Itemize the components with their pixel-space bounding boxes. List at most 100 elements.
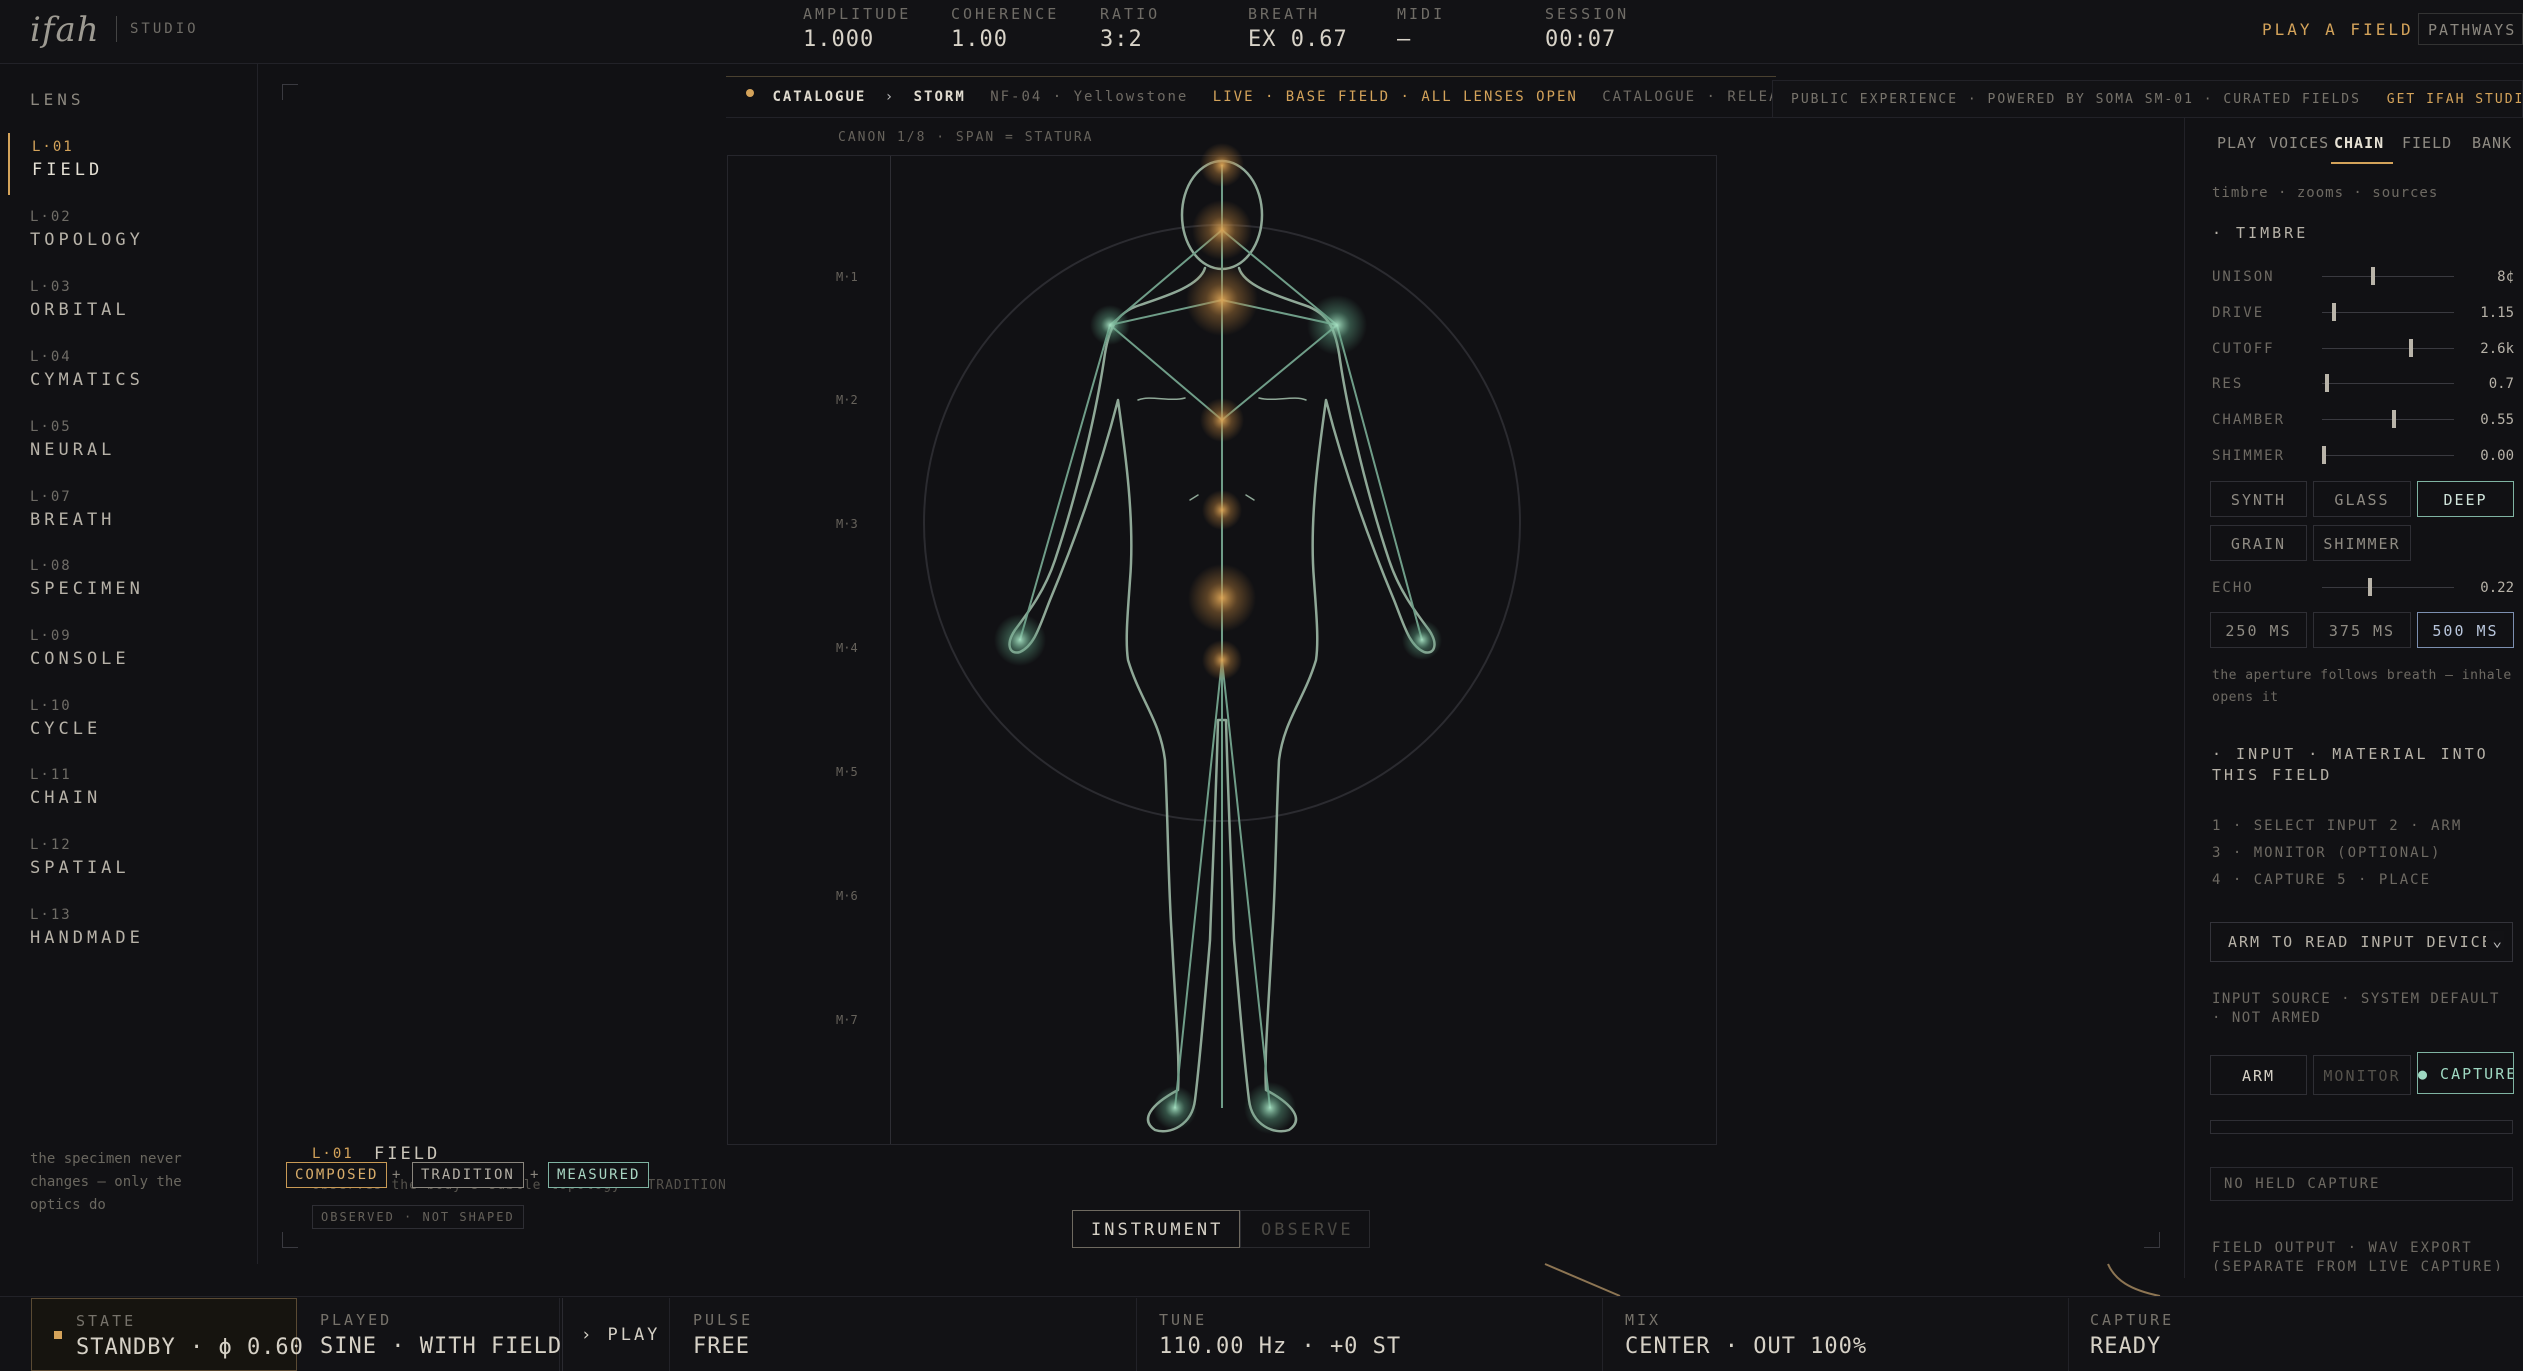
mix-cell[interactable]: MIX CENTER · OUT 100% (1605, 1298, 2069, 1371)
lens-item-field[interactable]: L·01 FIELD (8, 133, 256, 195)
lens-code: L·07 (30, 489, 72, 505)
lens-name: CONSOLE (30, 649, 130, 669)
mode-shimmer-button[interactable]: SHIMMER (2313, 525, 2411, 561)
lens-item-console[interactable]: L·09 CONSOLE (8, 622, 256, 684)
corner-mark (2144, 1232, 2160, 1248)
echo-500-button[interactable]: 500 MS (2417, 612, 2514, 648)
lens-code: L·04 (30, 349, 72, 365)
pathways-button[interactable]: PATHWAYS (2418, 13, 2523, 45)
mode-synth-button[interactable]: SYNTH (2210, 481, 2307, 517)
lens-item-cymatics[interactable]: L·04 CYMATICS (8, 343, 256, 405)
played-cell[interactable]: PLAYED SINE · WITH FIELD (300, 1298, 561, 1371)
tab-play[interactable]: PLAY (2217, 134, 2257, 152)
pulse-label: PULSE (693, 1311, 754, 1329)
tab-field[interactable]: FIELD (2402, 134, 2452, 152)
slider-value: 0.55 (2480, 412, 2514, 428)
stat-value: 00:07 (1545, 27, 1617, 52)
drive-slider[interactable]: DRIVE 1.15 (2212, 302, 2514, 322)
state-cell[interactable]: STATE STANDBY · ϕ 0.60 (31, 1298, 303, 1371)
lens-item-neural[interactable]: L·05 NEURAL (8, 413, 256, 475)
slider-thumb[interactable] (2370, 267, 2375, 285)
slider-thumb[interactable] (2392, 410, 2397, 428)
tag-plus: + (392, 1167, 401, 1183)
slider-thumb[interactable] (2324, 374, 2329, 392)
body-specimen-figure[interactable] (727, 140, 1727, 1140)
lens-item-topology[interactable]: L·02 TOPOLOGY (8, 203, 256, 265)
slider-thumb[interactable] (2322, 446, 2326, 464)
lens-code: L·08 (30, 558, 72, 574)
slider-value: 0.22 (2480, 580, 2514, 596)
echo-250-button[interactable]: 250 MS (2210, 612, 2307, 648)
slider-track[interactable] (2322, 587, 2454, 588)
sidebar-note: the specimen never changes — only the op… (30, 1151, 182, 1213)
timbre-heading: · TIMBRE (2212, 224, 2309, 242)
tag-measured[interactable]: MEASURED (548, 1162, 650, 1188)
pulse-cell[interactable]: PULSE FREE (673, 1298, 1137, 1371)
capture-button[interactable]: ● CAPTURE (2417, 1052, 2514, 1094)
slider-thumb[interactable] (2368, 578, 2373, 596)
slider-label: DRIVE (2212, 305, 2265, 321)
stat-breath: BREATH EX 0.67 (1248, 5, 1348, 52)
lens-item-cycle[interactable]: L·10 CYCLE (8, 692, 256, 754)
get-studio-link[interactable]: GET IFAH STUDIO → (2387, 92, 2522, 107)
lens-item-chain[interactable]: L·11 CHAIN (8, 761, 256, 823)
slider-thumb[interactable] (2409, 339, 2414, 357)
lens-item-orbital[interactable]: L·03 ORBITAL (8, 273, 256, 335)
play-button[interactable]: › PLAY (562, 1298, 670, 1371)
tab-bank[interactable]: BANK (2472, 134, 2512, 152)
slider-value: 0.00 (2480, 448, 2514, 464)
mode-deep-button[interactable]: DEEP (2417, 481, 2514, 517)
public-experience-label: PUBLIC EXPERIENCE · POWERED BY SOMA SM-0… (1791, 92, 2361, 107)
input-device-select[interactable]: ARM TO READ INPUT DEVICE ⌄ (2210, 922, 2513, 962)
stat-value: 1.00 (951, 27, 1008, 52)
echo-375-button[interactable]: 375 MS (2313, 612, 2411, 648)
mode-instrument-button[interactable]: INSTRUMENT (1072, 1210, 1240, 1248)
tab-chain[interactable]: CHAIN (2334, 134, 2384, 152)
played-label: PLAYED (320, 1311, 393, 1329)
tune-label: TUNE (1159, 1311, 1208, 1329)
tag-tradition[interactable]: TRADITION (412, 1162, 524, 1188)
mode-grain-button[interactable]: GRAIN (2210, 525, 2307, 561)
slider-label: ECHO (2212, 580, 2254, 596)
capture-cell[interactable]: CAPTURE READY (2070, 1298, 2523, 1371)
slider-track[interactable] (2322, 348, 2454, 349)
play-a-field-link[interactable]: PLAY A FIELD (2262, 20, 2414, 39)
app-logo[interactable]: ifah (30, 10, 100, 50)
monitor-button[interactable]: MONITOR (2313, 1055, 2411, 1095)
echo-slider[interactable]: ECHO 0.22 (2212, 577, 2514, 597)
slider-track[interactable] (2322, 455, 2454, 456)
mode-glass-button[interactable]: GLASS (2313, 481, 2411, 517)
mix-value: CENTER · OUT 100% (1625, 1334, 1868, 1359)
aperture-note: the aperture follows breath — inhale ope… (2212, 668, 2512, 705)
slider-track[interactable] (2322, 419, 2454, 420)
field-output-sublabel: (SEPARATE FROM LIVE CAPTURE) (2212, 1259, 2505, 1271)
state-label: STATE (76, 1312, 137, 1330)
breadcrumb-storm[interactable]: STORM (914, 89, 966, 105)
unison-slider[interactable]: UNISON 8¢ (2212, 266, 2514, 286)
slider-track[interactable] (2322, 276, 2454, 277)
tab-voices[interactable]: VOICES (2269, 134, 2329, 152)
live-status: LIVE · BASE FIELD · ALL LENSES OPEN (1212, 89, 1578, 105)
slider-track[interactable] (2322, 383, 2454, 384)
tune-cell[interactable]: TUNE 110.00 Hz · +0 ST (1139, 1298, 1603, 1371)
chamber-slider[interactable]: CHAMBER 0.55 (2212, 409, 2514, 429)
slider-label: UNISON (2212, 269, 2275, 285)
lens-item-breath[interactable]: L·07 BREATH (8, 483, 256, 545)
breadcrumb-catalogue[interactable]: CATALOGUE (772, 89, 866, 105)
lens-item-specimen[interactable]: L·08 SPECIMEN (8, 552, 256, 614)
stat-value: 3:2 (1100, 27, 1143, 52)
tag-composed[interactable]: COMPOSED (286, 1162, 388, 1188)
shimmer-slider[interactable]: SHIMMER 0.00 (2212, 445, 2514, 465)
state-indicator-icon (54, 1331, 62, 1339)
cutoff-slider[interactable]: CUTOFF 2.6k (2212, 338, 2514, 358)
slider-label: RES (2212, 376, 2244, 392)
lens-item-spatial[interactable]: L·12 SPATIAL (8, 831, 256, 893)
slider-track[interactable] (2322, 312, 2454, 313)
res-slider[interactable]: RES 0.7 (2212, 373, 2514, 393)
lens-code: L·09 (30, 628, 72, 644)
slider-thumb[interactable] (2332, 303, 2337, 321)
catalogue-trail[interactable]: CATALOGUE · RELEASES (1602, 89, 1776, 105)
lens-item-handmade[interactable]: L·13 HANDMADE (8, 901, 256, 963)
arm-button[interactable]: ARM (2210, 1055, 2307, 1095)
mode-observe-button[interactable]: OBSERVE (1240, 1210, 1370, 1248)
